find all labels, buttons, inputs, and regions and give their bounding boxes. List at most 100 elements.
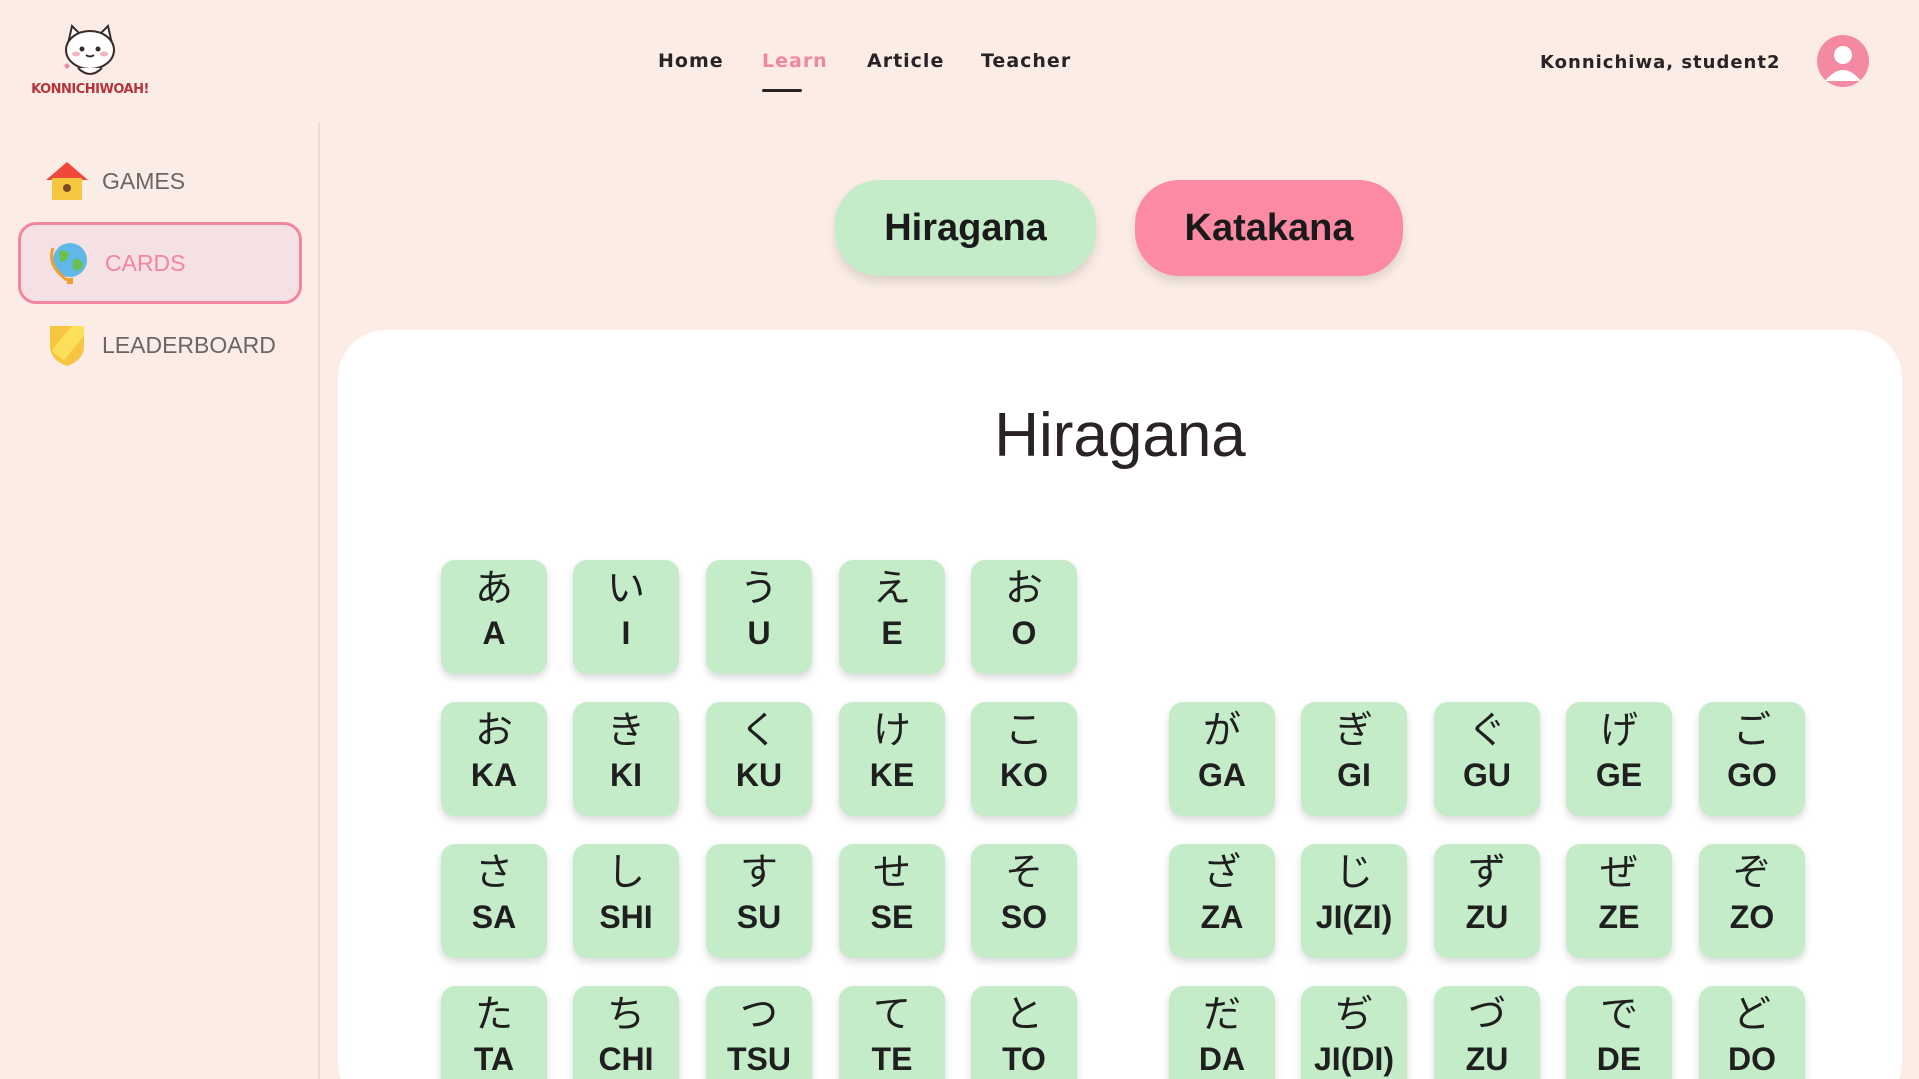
kana-card[interactable]: た TA	[441, 986, 547, 1079]
kana-char: さ	[474, 850, 513, 894]
hiragana-button[interactable]: Hiragana	[835, 180, 1096, 276]
kana-card[interactable]: お KA	[441, 702, 547, 816]
kana-card[interactable]: ぢ JI(DI)	[1301, 986, 1407, 1079]
kana-char: ご	[1732, 708, 1771, 752]
kana-char: が	[1202, 708, 1241, 752]
romaji-label: JI(DI)	[1314, 1041, 1394, 1077]
kana-card[interactable]: ざ ZA	[1169, 844, 1275, 958]
romaji-label: KO	[1000, 757, 1048, 793]
kana-card[interactable]: ち CHI	[573, 986, 679, 1079]
romaji-label: TA	[473, 1041, 515, 1077]
kana-card[interactable]: ど DO	[1699, 986, 1805, 1079]
kana-card[interactable]: し SHI	[573, 844, 679, 958]
kana-card[interactable]: おO	[971, 560, 1077, 674]
kana-card[interactable]: く KU	[706, 702, 812, 816]
kana-card[interactable]: け KE	[839, 702, 945, 816]
globe-icon	[45, 238, 95, 288]
kana-char: お	[474, 708, 513, 752]
kana-card[interactable]: えE	[839, 560, 945, 674]
romaji-label: A	[482, 615, 506, 651]
romaji-label: CHI	[598, 1041, 654, 1077]
sidebar-item-label: LEADERBOARD	[102, 331, 276, 358]
kana-card[interactable]: が GA	[1169, 702, 1275, 816]
sidebar: GAMES CARDS LEADERBOARD	[0, 122, 320, 1079]
kana-char: こ	[1004, 708, 1043, 752]
romaji-label: ZO	[1729, 899, 1775, 935]
kana-char: た	[474, 992, 513, 1036]
romaji-label: KU	[735, 757, 783, 793]
panel-title: Hiragana	[994, 401, 1246, 470]
kana-char: い	[606, 566, 645, 610]
sidebar-item-games[interactable]: GAMES	[18, 140, 302, 222]
katakana-button[interactable]: Katakana	[1135, 180, 1403, 276]
kana-char: て	[872, 992, 911, 1036]
nav-home[interactable]: Home	[658, 50, 724, 72]
romaji-label: GU	[1463, 757, 1511, 793]
kana-card[interactable]: ぜ ZE	[1566, 844, 1672, 958]
romaji-label: GI	[1337, 757, 1371, 793]
kana-char: せ	[872, 850, 911, 894]
nav-learn[interactable]: Learn	[762, 50, 828, 72]
kana-char: ぎ	[1334, 708, 1373, 752]
kana-card[interactable]: さ SA	[441, 844, 547, 958]
kana-char: づ	[1467, 992, 1506, 1036]
kana-card[interactable]: づ ZU	[1434, 986, 1540, 1079]
romaji-label: O	[1011, 615, 1037, 651]
kana-char: し	[606, 850, 645, 894]
kana-card[interactable]: で DE	[1566, 986, 1672, 1079]
romaji-label: ZE	[1598, 899, 1640, 935]
kana-card[interactable]: そ SO	[971, 844, 1077, 958]
romaji-label: TSU	[727, 1041, 791, 1077]
nav-article[interactable]: Article	[867, 50, 944, 72]
kana-char: そ	[1004, 850, 1043, 894]
user-greeting: Konnichiwa, student2	[1540, 52, 1781, 73]
romaji-label: SHI	[599, 899, 653, 935]
kana-char: ち	[606, 992, 645, 1036]
kana-card[interactable]: うU	[706, 560, 812, 674]
kana-card[interactable]: ぎ GI	[1301, 702, 1407, 816]
kana-card[interactable]: だ DA	[1169, 986, 1275, 1079]
romaji-label: KI	[610, 757, 642, 793]
kana-card[interactable]: つ TSU	[706, 986, 812, 1079]
kana-card[interactable]: ぐ GU	[1434, 702, 1540, 816]
romaji-label: TO	[1002, 1041, 1046, 1077]
kana-card[interactable]: せ SE	[839, 844, 945, 958]
kana-card[interactable]: げ GE	[1566, 702, 1672, 816]
kana-card[interactable]: ぞ ZO	[1699, 844, 1805, 958]
house-icon	[42, 156, 92, 206]
sidebar-item-label: GAMES	[102, 167, 186, 194]
romaji-label: DA	[1198, 1041, 1246, 1077]
kana-char: ぜ	[1599, 850, 1638, 894]
kana-card[interactable]: こ KO	[971, 702, 1077, 816]
kana-char: ぐ	[1467, 708, 1506, 752]
kana-card[interactable]: き KI	[573, 702, 679, 816]
romaji-label: ZU	[1465, 899, 1509, 935]
romaji-label: SE	[870, 899, 914, 935]
user-icon	[1825, 46, 1861, 81]
romaji-label: U	[747, 615, 771, 651]
top-bar: KONNICHIWOAH! Home Learn Article Teacher…	[0, 0, 1919, 122]
kana-char: ぞ	[1732, 850, 1771, 894]
kana-card[interactable]: て TE	[839, 986, 945, 1079]
kana-card[interactable]: あA	[441, 560, 547, 674]
kana-char: じ	[1334, 850, 1373, 894]
kana-card[interactable]: ご GO	[1699, 702, 1805, 816]
kana-char: ぢ	[1334, 992, 1373, 1036]
user-avatar[interactable]	[1817, 35, 1869, 87]
romaji-label: SA	[471, 899, 517, 935]
romaji-label: JI(ZI)	[1315, 899, 1393, 935]
nav-teacher[interactable]: Teacher	[981, 50, 1071, 72]
romaji-label: TE	[871, 1041, 913, 1077]
kana-card[interactable]: いI	[573, 560, 679, 674]
kana-card[interactable]: ず ZU	[1434, 844, 1540, 958]
kana-card[interactable]: す SU	[706, 844, 812, 958]
kana-char: で	[1599, 992, 1638, 1036]
sidebar-item-leaderboard[interactable]: LEADERBOARD	[18, 304, 302, 386]
kana-char: と	[1004, 992, 1043, 1036]
romaji-label: GE	[1595, 757, 1643, 793]
kana-card[interactable]: じ JI(ZI)	[1301, 844, 1407, 958]
romaji-label: SO	[1000, 899, 1048, 935]
sidebar-item-cards[interactable]: CARDS	[18, 222, 302, 304]
romaji-label: KE	[869, 757, 915, 793]
kana-card[interactable]: と TO	[971, 986, 1077, 1079]
